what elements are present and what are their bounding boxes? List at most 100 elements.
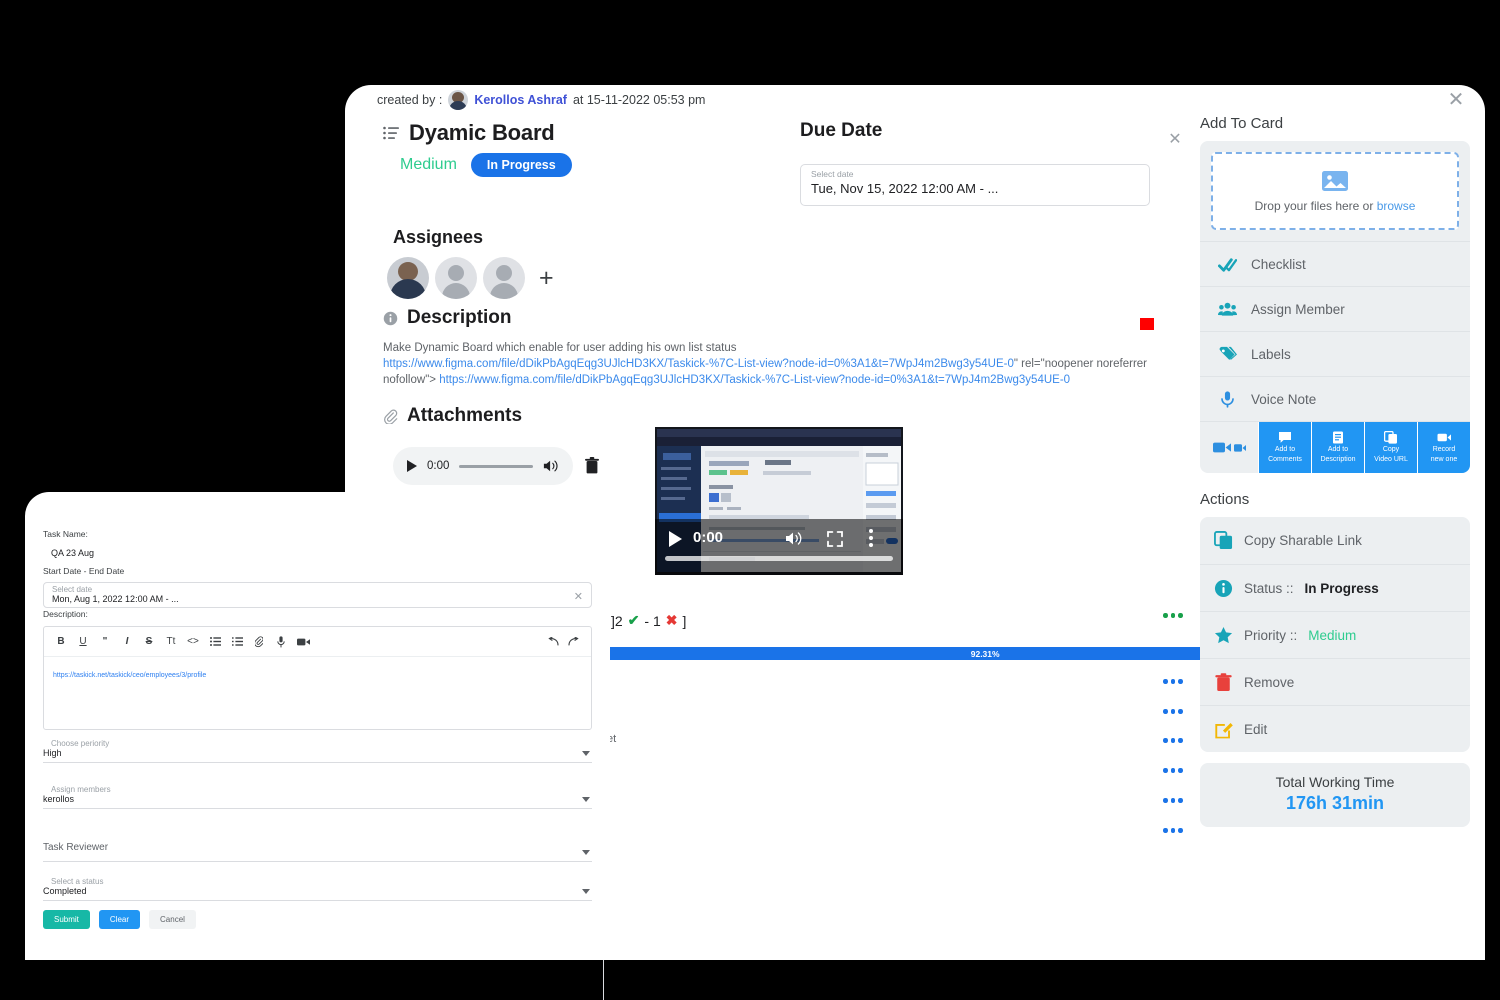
video-attachment[interactable]: 0:00 — [655, 427, 903, 575]
audio-player[interactable]: 0:00 — [393, 447, 573, 485]
due-date-section: Due Date Select date Tue, Nov 15, 2022 1… — [800, 120, 1190, 206]
editor-content[interactable]: https://taskick.net/taskick/ceo/employee… — [44, 657, 591, 729]
chevron-down-icon[interactable] — [582, 751, 590, 756]
video-menu-icon[interactable] — [869, 529, 873, 550]
editor-toolbar: B U " I S Tt <> — [44, 627, 591, 657]
sidebar-item-labels[interactable]: Labels — [1200, 331, 1470, 376]
kebab-icon[interactable] — [1163, 798, 1185, 803]
row-menu-icon[interactable] — [1163, 679, 1185, 684]
rich-text-editor[interactable]: B U " I S Tt <> https://taskick.net/task… — [43, 626, 592, 730]
chevron-down-icon[interactable] — [582, 797, 590, 802]
row-menu-icon[interactable] — [1163, 768, 1185, 773]
browse-link[interactable]: browse — [1377, 199, 1416, 213]
redo-icon[interactable] — [563, 631, 585, 653]
sidebar-item-checklist[interactable]: Checklist — [1200, 241, 1470, 286]
play-icon[interactable] — [407, 460, 417, 472]
microphone-icon — [1221, 390, 1234, 408]
code-icon[interactable]: <> — [182, 631, 204, 653]
sidebar-item-voice-note[interactable]: Voice Note — [1200, 376, 1470, 421]
bullet-list-icon[interactable] — [204, 631, 226, 653]
task-reviewer-select[interactable]: Task Reviewer — [43, 832, 592, 862]
volume-icon[interactable] — [543, 459, 559, 473]
status-select-label: Select a status — [51, 877, 104, 886]
chevron-down-icon[interactable] — [582, 889, 590, 894]
text-format-icon[interactable]: Tt — [160, 631, 182, 653]
record-new-video-button[interactable]: Record new one — [1417, 422, 1470, 473]
status-select-value: Completed — [43, 886, 87, 896]
kebab-icon[interactable] — [1163, 738, 1185, 743]
total-working-time-panel: Total Working Time 176h 31min — [1200, 763, 1470, 827]
trash-icon — [1215, 672, 1232, 691]
delete-attachment-icon[interactable] — [585, 457, 599, 474]
row-menu-icon[interactable] — [1163, 738, 1185, 743]
kebab-icon[interactable] — [1163, 613, 1185, 618]
action-remove[interactable]: Remove — [1200, 658, 1470, 705]
avatar[interactable] — [483, 257, 525, 299]
add-to-description-button[interactable]: Add to Description — [1311, 422, 1364, 473]
action-edit[interactable]: Edit — [1200, 705, 1470, 752]
copy-icon — [1384, 431, 1397, 444]
button-label-line1: Add to — [1327, 446, 1349, 453]
paperclip-icon[interactable] — [248, 631, 270, 653]
action-priority[interactable]: Priority :: Medium — [1200, 611, 1470, 658]
priority-select-label: Choose periority — [51, 739, 110, 748]
italic-icon[interactable]: I — [116, 631, 138, 653]
file-dropzone[interactable]: Drop your files here or browse — [1211, 152, 1459, 230]
video-seek-bar[interactable] — [665, 556, 893, 561]
submit-button[interactable]: Submit — [43, 910, 90, 929]
due-date-field[interactable]: Select date Tue, Nov 15, 2022 12:00 AM -… — [800, 164, 1150, 206]
bold-icon[interactable]: B — [50, 631, 72, 653]
tag-icon — [1219, 346, 1237, 360]
avatar[interactable] — [387, 257, 429, 299]
numbered-list-icon[interactable] — [226, 631, 248, 653]
status-badge[interactable]: In Progress — [470, 153, 572, 177]
play-icon[interactable] — [669, 531, 682, 547]
row-menu-icon[interactable] — [1163, 709, 1185, 714]
description-link-2[interactable]: https://www.figma.com/file/dDikPbAgqEqg3… — [439, 374, 1070, 386]
assign-members-select[interactable]: Assign members kerollos — [43, 783, 592, 809]
clear-button[interactable]: Clear — [98, 910, 141, 929]
priority-chip[interactable]: Medium — [400, 156, 457, 174]
add-to-comments-button[interactable]: Add to Comments — [1258, 422, 1311, 473]
description-link-1[interactable]: https://www.figma.com/file/dDikPbAgqEqg3… — [383, 358, 1014, 370]
clear-due-date-icon[interactable]: ✕ — [1166, 131, 1184, 149]
task-name-value[interactable]: QA 23 Aug — [51, 548, 592, 558]
members-select-group: Assign members kerollos — [43, 783, 592, 809]
assignees-heading: Assignees — [393, 227, 484, 247]
underline-icon[interactable]: U — [72, 631, 94, 653]
priority-select[interactable]: Choose periority High — [43, 737, 592, 763]
description-heading-row: Description — [383, 307, 512, 329]
row-menu-icon[interactable] — [1163, 613, 1185, 618]
kebab-icon[interactable] — [1163, 679, 1185, 684]
creator-name[interactable]: Kerollos Ashraf — [474, 93, 567, 107]
date-range-field[interactable]: Select date Mon, Aug 1, 2022 12:00 AM - … — [43, 582, 592, 608]
kebab-icon[interactable] — [1163, 828, 1185, 833]
video-camera-icon[interactable] — [292, 631, 314, 653]
clear-date-icon[interactable]: ✕ — [574, 590, 583, 603]
date-range-group: Start Date - End Date Select date Mon, A… — [43, 566, 592, 608]
status-select[interactable]: Select a status Completed — [43, 875, 592, 901]
video-controls[interactable]: 0:00 — [655, 517, 903, 575]
volume-icon[interactable] — [785, 531, 803, 546]
add-assignee-button[interactable]: + — [539, 265, 554, 291]
undo-icon[interactable] — [541, 631, 563, 653]
avatar[interactable] — [435, 257, 477, 299]
fullscreen-icon[interactable] — [827, 531, 843, 547]
close-icon[interactable]: ✕ — [1445, 90, 1467, 112]
action-status[interactable]: Status :: In Progress — [1200, 564, 1470, 611]
row-menu-icon[interactable] — [1163, 798, 1185, 803]
quote-icon[interactable]: " — [94, 631, 116, 653]
editor-link[interactable]: https://taskick.net/taskick/ceo/employee… — [53, 672, 206, 679]
kebab-icon[interactable] — [1163, 768, 1185, 773]
strikethrough-icon[interactable]: S — [138, 631, 160, 653]
sidebar-item-assign-member[interactable]: Assign Member — [1200, 286, 1470, 331]
kebab-icon[interactable] — [1163, 709, 1185, 714]
audio-seek-bar[interactable] — [459, 464, 533, 468]
button-label-line1: Record — [1432, 446, 1456, 453]
cancel-button[interactable]: Cancel — [149, 910, 196, 929]
row-menu-icon[interactable] — [1163, 828, 1185, 833]
chevron-down-icon[interactable] — [582, 850, 590, 855]
copy-video-url-button[interactable]: Copy Video URL — [1364, 422, 1417, 473]
microphone-icon[interactable] — [270, 631, 292, 653]
action-copy-sharable-link[interactable]: Copy Sharable Link — [1200, 517, 1470, 564]
